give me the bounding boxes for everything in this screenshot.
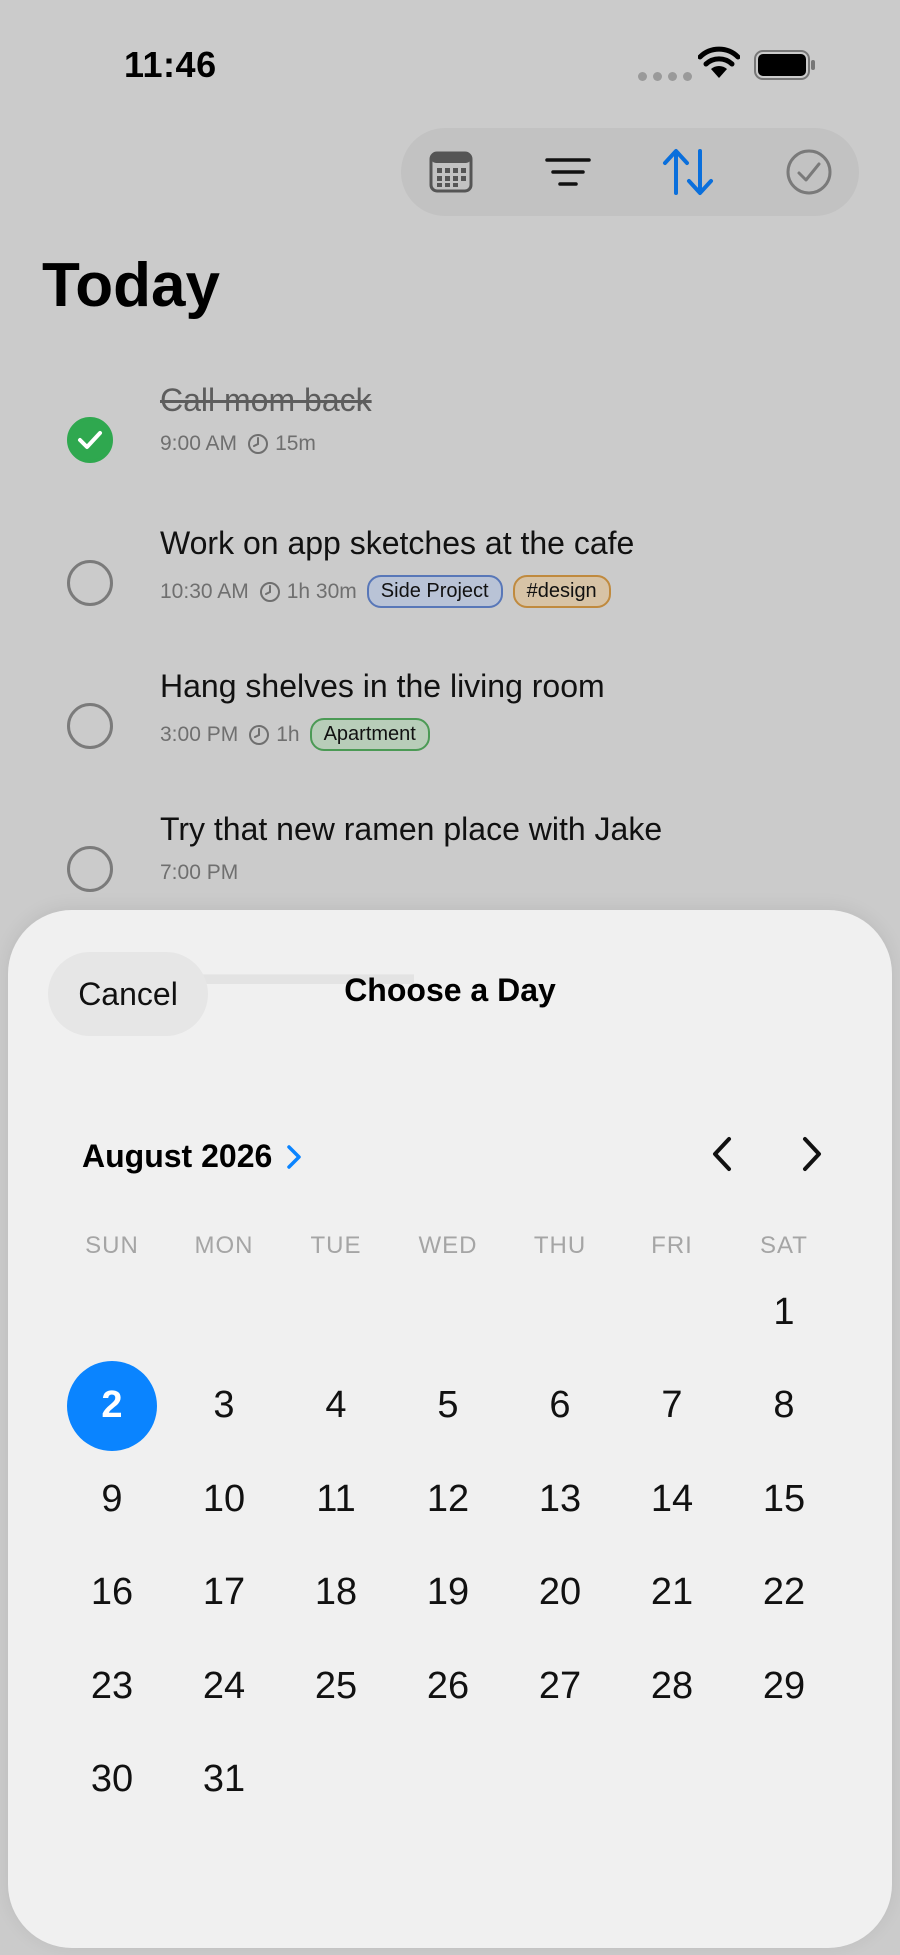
task-time: 7:00 PM	[160, 861, 239, 884]
calendar-day[interactable]: 24	[179, 1641, 269, 1731]
tag-badge[interactable]: Apartment	[309, 718, 430, 751]
tag-badge[interactable]: #design	[512, 575, 611, 608]
chevron-right-icon	[287, 1144, 302, 1169]
task-duration: 1h	[248, 722, 300, 747]
previous-month-button[interactable]	[692, 1124, 752, 1184]
weekday-label: WED	[418, 1232, 478, 1259]
calendar-day[interactable]: 20	[515, 1548, 605, 1638]
completed-checkbox[interactable]	[67, 417, 113, 463]
calendar-day[interactable]: 5	[403, 1361, 493, 1451]
calendar-day[interactable]: 22	[739, 1548, 829, 1638]
calendar-icon	[429, 151, 473, 193]
task-meta: 3:00 PM 1h Apartment	[160, 718, 430, 751]
page-title: Today	[42, 251, 220, 320]
task-title: Hang shelves in the living room	[160, 668, 605, 704]
task-title: Work on app sketches at the cafe	[160, 525, 635, 561]
month-selector[interactable]: August 2026	[82, 1138, 302, 1175]
sheet-title: Choose a Day	[344, 972, 556, 1008]
calendar-day[interactable]: 19	[403, 1548, 493, 1638]
task-meta: 9:00 AM 15m	[160, 432, 316, 456]
calendar-day[interactable]: 9	[67, 1454, 157, 1544]
task-title: Call mom back	[160, 382, 372, 418]
calendar-day[interactable]: 6	[515, 1361, 605, 1451]
calendar-day[interactable]: 14	[627, 1454, 717, 1544]
task-duration-text: 1h	[276, 722, 300, 746]
clock-icon	[259, 581, 280, 602]
calendar-day[interactable]: 10	[179, 1454, 269, 1544]
task-time: 9:00 AM	[160, 432, 238, 455]
calendar-day[interactable]: 18	[291, 1548, 381, 1638]
tag-badge[interactable]: Side Project	[366, 575, 503, 608]
calendar-day[interactable]: 25	[291, 1641, 381, 1731]
task-row[interactable]: Work on app sketches at the cafe 10:30 AM…	[0, 515, 900, 635]
calendar-day[interactable]: 11	[291, 1454, 381, 1544]
calendar-day[interactable]: 8	[739, 1361, 829, 1451]
weekday-label: FRI	[651, 1232, 693, 1259]
clock-icon	[249, 724, 270, 745]
calendar-day[interactable]: 1	[739, 1267, 829, 1357]
calendar-day[interactable]: 23	[67, 1641, 157, 1731]
calendar-day[interactable]: 31	[179, 1735, 269, 1825]
chevron-left-icon	[713, 1137, 731, 1171]
calendar-day[interactable]: 29	[739, 1641, 829, 1731]
calendar-day[interactable]: 7	[627, 1361, 717, 1451]
sort-button[interactable]	[658, 142, 718, 202]
filter-button[interactable]	[538, 142, 598, 202]
task-duration-text: 15m	[275, 432, 316, 455]
month-label: August 2026	[82, 1138, 273, 1174]
status-time: 11:46	[124, 44, 217, 85]
filter-icon	[545, 158, 591, 186]
weekday-label: SAT	[760, 1232, 808, 1259]
chevron-right-icon	[803, 1137, 821, 1171]
calendar-day[interactable]: 30	[67, 1735, 157, 1825]
weekday-header: SUN MON TUE WED THU FRI SAT	[8, 1232, 892, 1272]
weekday-label: THU	[533, 1232, 587, 1259]
task-checkbox[interactable]	[67, 846, 113, 892]
status-bar: 11:46	[0, 0, 900, 130]
complete-button[interactable]	[779, 142, 839, 202]
task-time: 10:30 AM	[160, 579, 249, 603]
calendar-day[interactable]: 3	[179, 1361, 269, 1451]
calendar-day[interactable]: 28	[627, 1641, 717, 1731]
task-time: 3:00 PM	[160, 722, 239, 746]
toolbar	[401, 128, 859, 216]
clock-icon	[248, 434, 269, 454]
weekday-label: TUE	[310, 1232, 362, 1259]
wifi-icon	[698, 46, 740, 78]
calendar-day[interactable]: 17	[179, 1548, 269, 1638]
task-duration-text: 1h 30m	[286, 579, 357, 603]
task-meta: 10:30 AM 1h 30m Side Project #design	[160, 575, 611, 608]
calendar-day[interactable]: 27	[515, 1641, 605, 1731]
calendar-day[interactable]: 16	[67, 1548, 157, 1638]
choose-day-sheet: ▬▬▬▬▬▬▬▬ Cancel Choose a Day August 2026…	[8, 910, 892, 1948]
task-checkbox[interactable]	[67, 703, 113, 749]
task-row[interactable]: Call mom back 9:00 AM 15m	[0, 372, 900, 492]
task-title: Try that new ramen place with Jake	[160, 811, 663, 847]
calendar-day[interactable]: 12	[403, 1454, 493, 1544]
selected-day[interactable]: 2	[67, 1360, 157, 1451]
weekday-label: SUN	[85, 1232, 139, 1259]
task-duration: 1h 30m	[259, 580, 357, 604]
calendar-day[interactable]: 13	[515, 1454, 605, 1544]
task-meta: 7:00 PM	[160, 861, 238, 885]
weekday-label: MON	[194, 1232, 254, 1259]
checkmark-circle-icon	[786, 149, 832, 195]
task-checkbox[interactable]	[67, 560, 113, 606]
calendar-button[interactable]	[421, 142, 481, 202]
calendar-day[interactable]: 26	[403, 1641, 493, 1731]
calendar-day[interactable]: 15	[739, 1454, 829, 1544]
task-duration: 15m	[247, 432, 316, 456]
calendar-day[interactable]: 21	[627, 1548, 717, 1638]
next-month-button[interactable]	[782, 1124, 842, 1184]
battery-icon	[754, 50, 815, 80]
sort-icon	[663, 149, 713, 195]
task-row[interactable]: Try that new ramen place with Jake 7:00 P…	[0, 801, 900, 921]
task-row[interactable]: Hang shelves in the living room 3:00 PM 1h…	[0, 658, 900, 778]
cellular-signal-icon	[638, 72, 692, 81]
checkmark-icon	[78, 431, 102, 449]
calendar-day[interactable]: 4	[291, 1361, 381, 1451]
